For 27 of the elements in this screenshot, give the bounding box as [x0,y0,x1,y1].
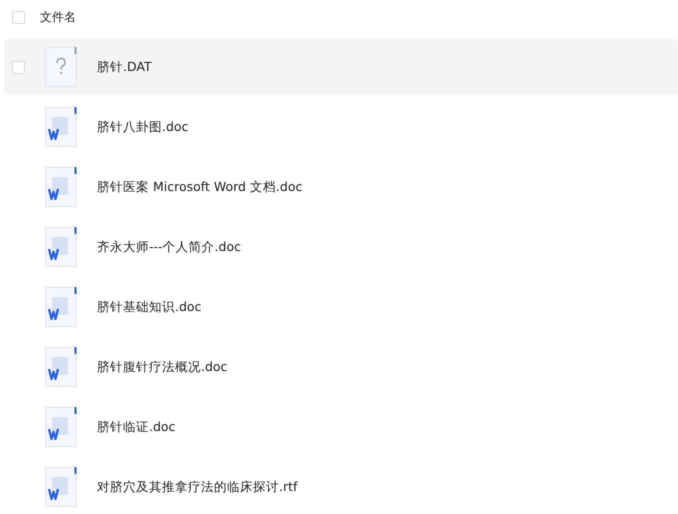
file-row[interactable]: 脐针医案 Microsoft Word 文档.doc [4,159,678,215]
file-name[interactable]: 脐针.DAT [97,58,152,76]
word-document-icon [45,407,77,447]
file-row[interactable]: 脐针腹针疗法概况.doc [4,339,678,395]
checkbox[interactable] [12,11,25,24]
word-document-icon [45,287,77,327]
file-name[interactable]: 齐永大师---个人简介.doc [97,238,241,256]
word-document-icon [45,107,77,147]
file-name[interactable]: 脐针临证.doc [97,418,176,436]
file-row[interactable]: 脐针.DAT [4,39,678,95]
file-row[interactable]: 脐针基础知识.doc [4,279,678,335]
file-row[interactable]: 对脐穴及其推拿疗法的临床探讨.rtf [4,459,678,514]
word-document-icon [45,227,77,267]
file-row[interactable]: 脐针临证.doc [4,399,678,455]
checkbox[interactable] [12,60,25,74]
word-document-icon [45,467,77,507]
file-name[interactable]: 对脐穴及其推拿疗法的临床探讨.rtf [97,478,298,496]
file-name[interactable]: 脐针基础知识.doc [97,298,202,316]
file-name[interactable]: 脐针医案 Microsoft Word 文档.doc [97,178,302,196]
word-document-icon [45,167,77,207]
unknown-file-icon [45,47,77,87]
file-name[interactable]: 脐针腹针疗法概况.doc [97,358,228,376]
file-name[interactable]: 脐针八卦图.doc [97,118,188,136]
word-document-icon [45,347,77,387]
file-row[interactable]: 齐永大师---个人简介.doc [4,219,678,275]
column-header[interactable]: 文件名 [40,9,76,26]
file-row[interactable]: 脐针八卦图.doc [4,99,678,155]
